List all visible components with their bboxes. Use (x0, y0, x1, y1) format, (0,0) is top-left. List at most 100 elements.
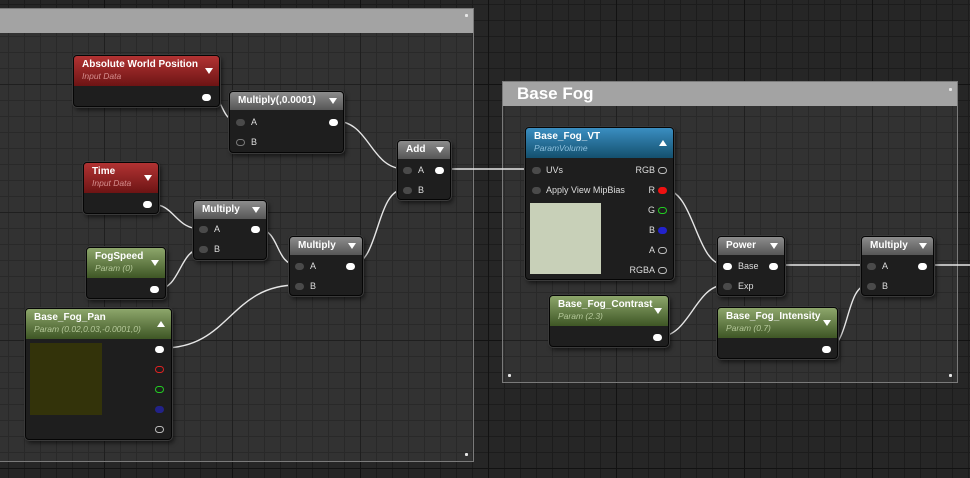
node-subtitle: Input Data (92, 178, 132, 188)
input-pin-a[interactable] (867, 263, 876, 270)
dropdown-caret-icon[interactable] (252, 207, 260, 213)
node-header[interactable]: Absolute World Position Input Data (74, 56, 219, 86)
node-title: Time (92, 166, 116, 177)
node-title: Absolute World Position (82, 59, 198, 70)
base-fog-contrast-node[interactable]: Base_Fog_Contrast Param (2.3) (549, 295, 669, 347)
input-pin-a[interactable] (199, 226, 208, 233)
node-title: Base_Fog_Intensity (726, 311, 821, 322)
output-pin[interactable] (918, 263, 927, 270)
wire (334, 120, 406, 170)
node-header[interactable]: Base_Fog_VT ParamVolume (526, 128, 673, 158)
dropdown-caret-icon[interactable] (823, 320, 831, 326)
dropdown-caret-icon[interactable] (329, 98, 337, 104)
pin-label: B (251, 137, 258, 147)
node-header[interactable]: Multiply(,0.0001) (230, 92, 343, 110)
pin-label: B (418, 185, 425, 195)
base-fog-vt-node[interactable]: Base_Fog_VT ParamVolume UVs Apply View M… (525, 127, 674, 280)
node-header[interactable]: Add (398, 141, 450, 159)
dropdown-caret-icon[interactable] (770, 243, 778, 249)
output-pin-rgba[interactable] (155, 346, 164, 353)
multiply-node-1[interactable]: Multiply A B (193, 200, 267, 260)
node-header[interactable]: Multiply (290, 237, 362, 255)
pin-label: A (648, 245, 655, 255)
output-pin-b[interactable] (155, 406, 164, 413)
dropdown-caret-icon[interactable] (654, 308, 662, 314)
pin-label: RGBA (629, 265, 655, 275)
input-pin-b[interactable] (403, 187, 412, 194)
input-pin-b[interactable] (199, 246, 208, 253)
texture-preview (530, 203, 601, 274)
output-pin[interactable] (822, 346, 831, 353)
input-pin-a[interactable] (236, 119, 245, 126)
wire (162, 284, 298, 349)
node-header[interactable]: Time Input Data (84, 163, 158, 193)
output-pin-g[interactable] (658, 207, 667, 214)
input-pin-a[interactable] (295, 263, 304, 270)
pin-label: RGB (635, 165, 655, 175)
input-pin-a[interactable] (403, 167, 412, 174)
input-pin-b[interactable] (236, 139, 245, 146)
multiply-node-3[interactable]: Multiply A B (861, 236, 934, 296)
input-pin-base[interactable] (723, 263, 732, 270)
time-node[interactable]: Time Input Data (83, 162, 159, 214)
node-subtitle: Param (2.3) (558, 311, 603, 321)
output-pin-a[interactable] (155, 426, 164, 433)
node-subtitle: Param (0) (95, 263, 133, 273)
input-pin-uvs[interactable] (532, 167, 541, 174)
pin-label: Base (738, 261, 759, 271)
pin-label: UVs (546, 165, 564, 175)
base-fog-pan-node[interactable]: Base_Fog_Pan Param (0.02,0.03,-0.0001,0) (25, 308, 172, 440)
node-header[interactable]: Base_Fog_Intensity Param (0.7) (718, 308, 837, 338)
output-pin[interactable] (346, 263, 355, 270)
output-pin-b[interactable] (658, 227, 667, 234)
output-pin-rgb[interactable] (658, 167, 667, 174)
output-pin-rgba[interactable] (658, 267, 667, 274)
node-header[interactable]: Base_Fog_Contrast Param (2.3) (550, 296, 668, 326)
node-title: FogSpeed (95, 251, 144, 262)
pin-label: B (648, 225, 655, 235)
node-header[interactable]: Multiply (862, 237, 933, 255)
output-pin[interactable] (150, 286, 159, 293)
pin-label: G (647, 205, 655, 215)
fog-speed-node[interactable]: FogSpeed Param (0) (86, 247, 166, 299)
pin-label: A (310, 261, 317, 271)
pin-label: A (882, 261, 889, 271)
output-pin[interactable] (143, 201, 152, 208)
output-pin[interactable] (202, 94, 211, 101)
output-pin[interactable] (769, 263, 778, 270)
multiply-node-2[interactable]: Multiply A B (289, 236, 363, 296)
input-pin-b[interactable] (295, 283, 304, 290)
dropdown-caret-icon[interactable] (205, 68, 213, 74)
dropdown-caret-icon[interactable] (144, 175, 152, 181)
power-node[interactable]: Power Base Exp (717, 236, 785, 296)
node-subtitle: Input Data (82, 71, 122, 81)
node-header[interactable]: FogSpeed Param (0) (87, 248, 165, 278)
output-pin[interactable] (435, 167, 444, 174)
dropdown-caret-icon[interactable] (151, 260, 159, 266)
input-pin-mipbias[interactable] (532, 187, 541, 194)
input-pin-exp[interactable] (723, 283, 732, 290)
output-pin-r[interactable] (155, 366, 164, 373)
add-node[interactable]: Add A B (397, 140, 451, 200)
output-pin-r[interactable] (658, 187, 667, 194)
output-pin[interactable] (329, 119, 338, 126)
collapse-caret-icon[interactable] (157, 321, 165, 327)
node-subtitle: Param (0.02,0.03,-0.0001,0) (34, 324, 141, 334)
output-pin[interactable] (653, 334, 662, 341)
dropdown-caret-icon[interactable] (919, 243, 927, 249)
output-pin-a[interactable] (658, 247, 667, 254)
multiply-const-node[interactable]: Multiply(,0.0001) A B (229, 91, 344, 153)
pin-label: A (214, 224, 221, 234)
dropdown-caret-icon[interactable] (348, 243, 356, 249)
node-header[interactable]: Multiply (194, 201, 266, 219)
input-pin-b[interactable] (867, 283, 876, 290)
node-header[interactable]: Base_Fog_Pan Param (0.02,0.03,-0.0001,0) (26, 309, 171, 339)
node-header[interactable]: Power (718, 237, 784, 255)
base-fog-intensity-node[interactable]: Base_Fog_Intensity Param (0.7) (717, 307, 838, 359)
output-pin-g[interactable] (155, 386, 164, 393)
output-pin[interactable] (251, 226, 260, 233)
dropdown-caret-icon[interactable] (436, 147, 444, 153)
node-subtitle: ParamVolume (534, 143, 588, 153)
absolute-world-position-node[interactable]: Absolute World Position Input Data (73, 55, 220, 107)
collapse-caret-icon[interactable] (659, 140, 667, 146)
